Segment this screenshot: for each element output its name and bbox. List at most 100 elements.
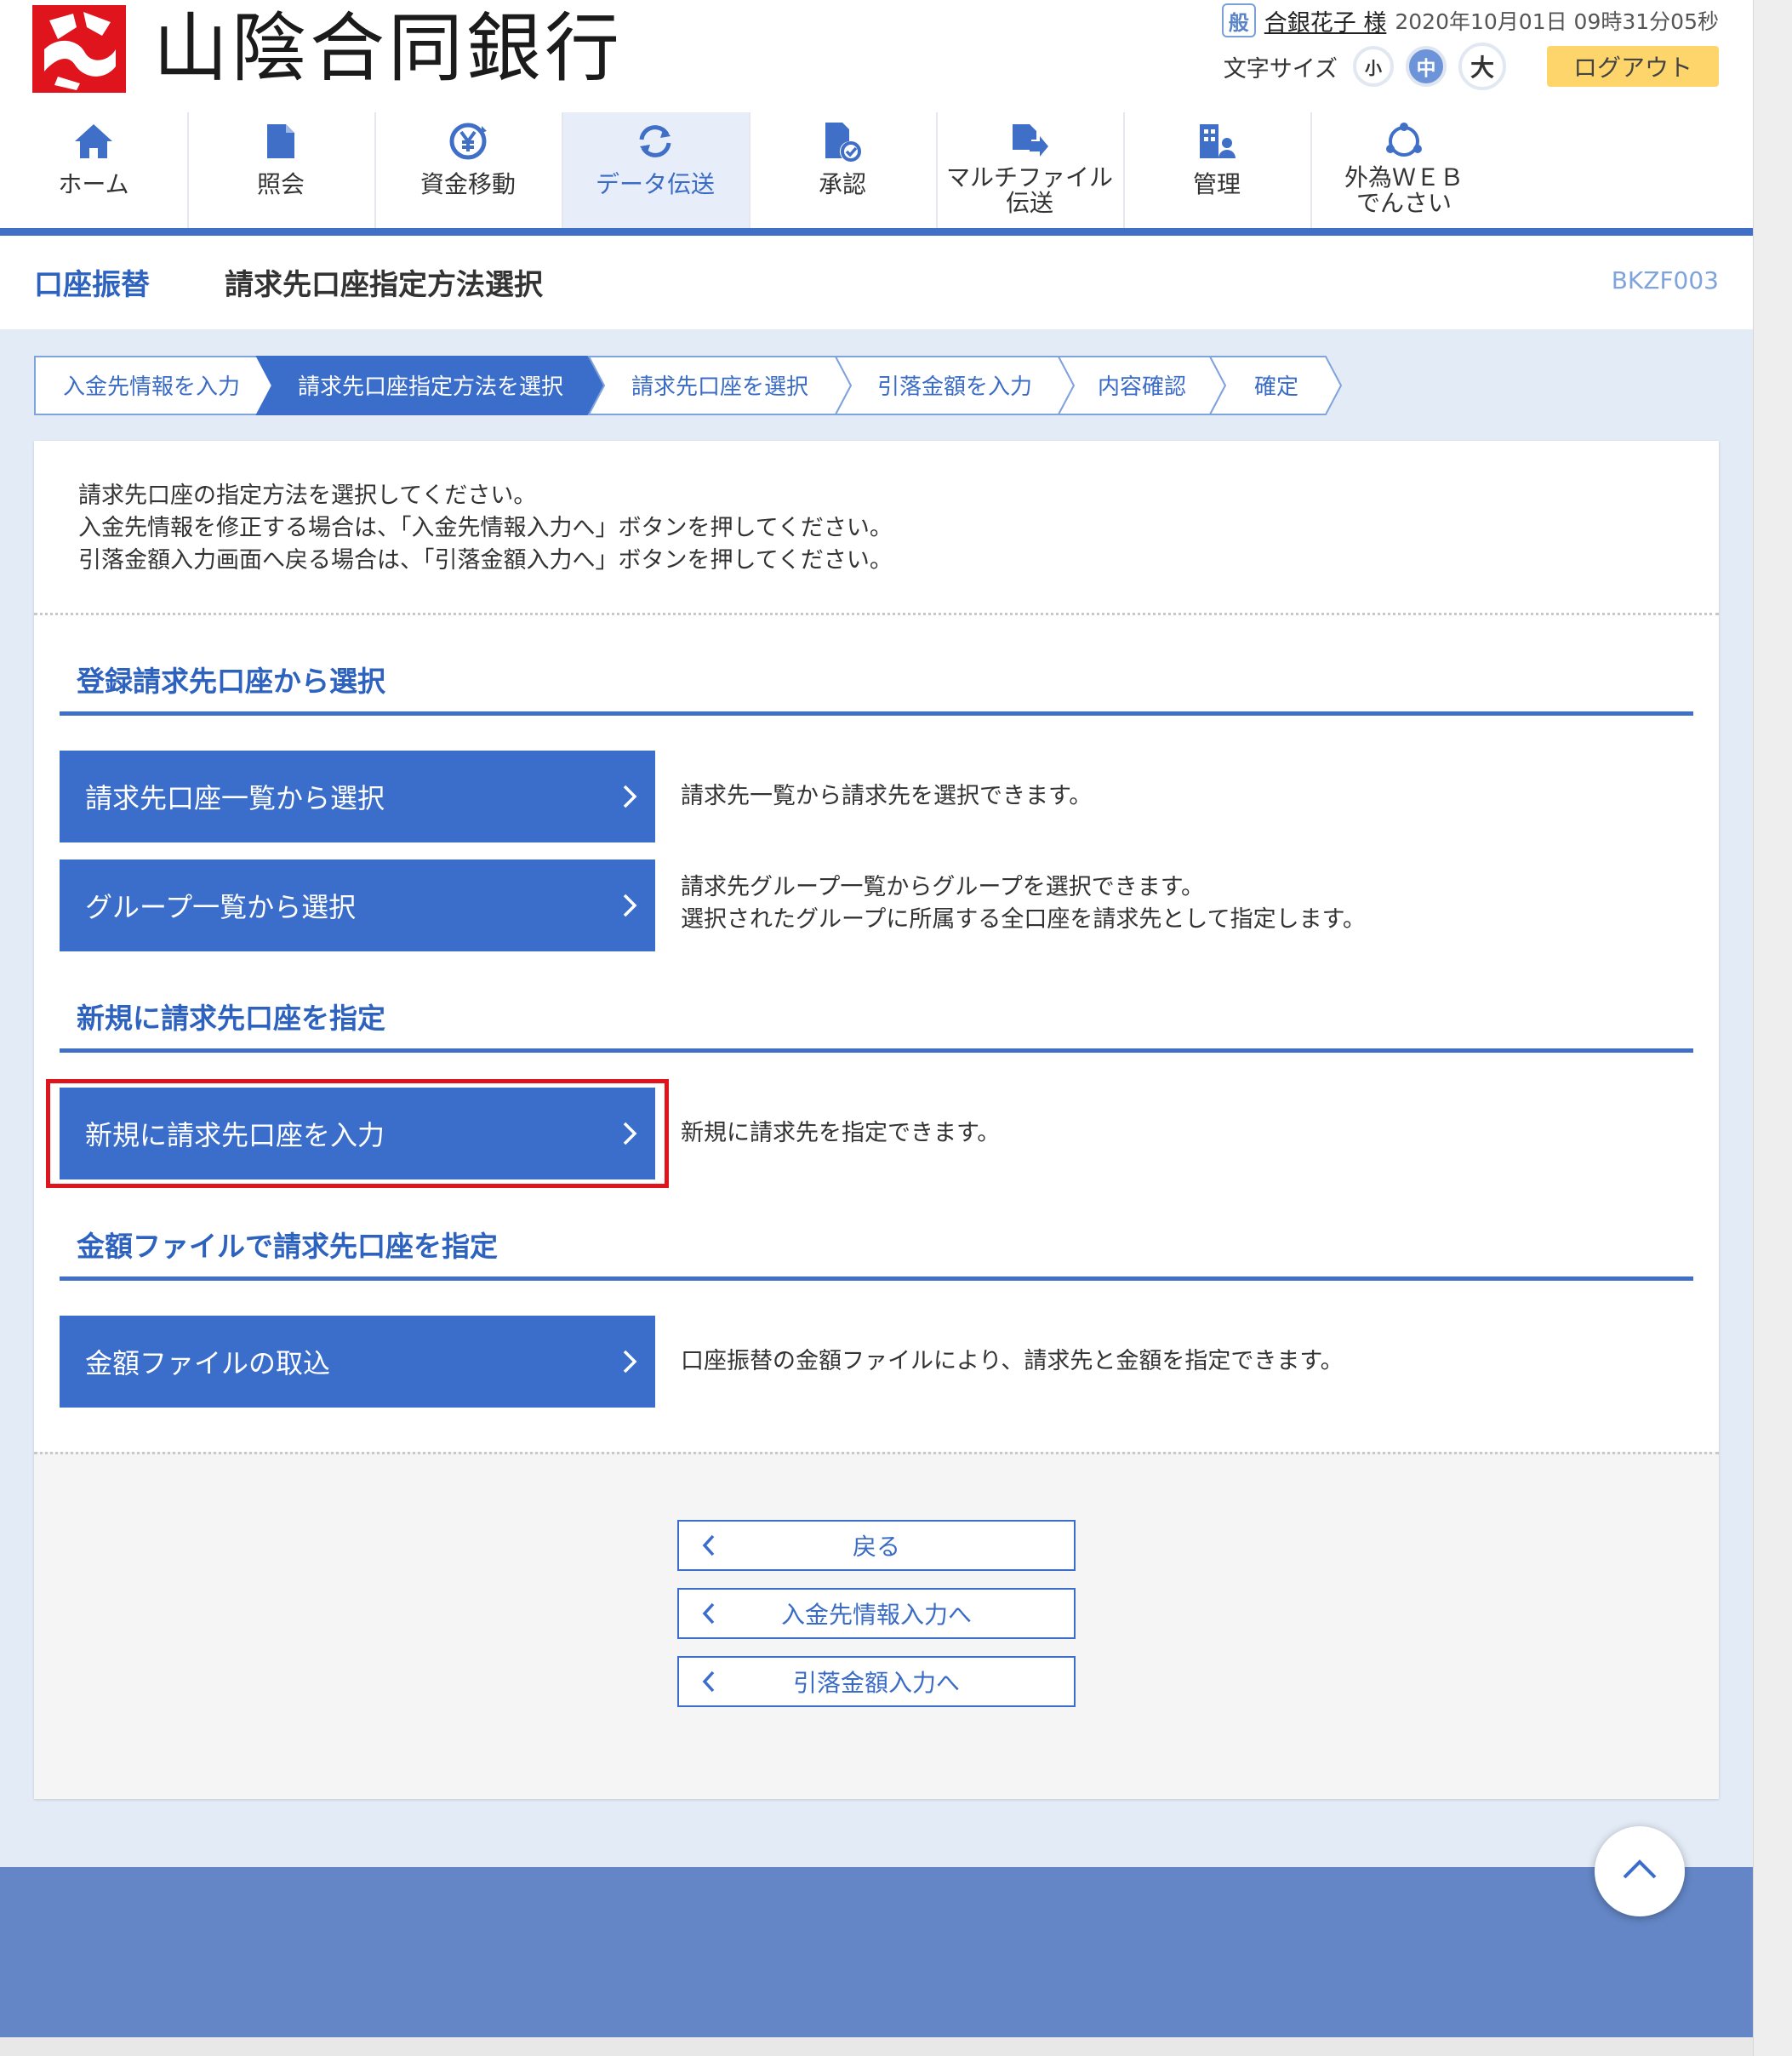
nav-item-fund-transfer[interactable]: 資金移動 [374,112,562,228]
page-title: 請求先口座指定方法選択 [225,268,543,302]
chevron-right-icon [604,1088,655,1179]
user-name-link[interactable]: 合銀花子 様 [1264,4,1387,37]
home-icon [73,117,114,165]
button-label: 新規に請求先口座を入力 [85,1119,385,1151]
chevron-right-icon [604,1316,655,1408]
scrollbar-track[interactable] [1753,0,1792,2056]
button-label: 金額ファイルの取込 [85,1347,331,1379]
nav-label: 資金移動 [419,170,516,198]
chevron-up-icon [1621,1859,1658,1884]
globe-icon [1384,117,1424,165]
divider [34,1452,1719,1454]
step-label-current: 請求先口座指定方法を選択 [298,374,563,400]
step-label: 請求先口座を選択 [631,374,808,400]
page: 山陰合同銀行 般 合銀花子 様 2020年10月01日 09時31分05秒 文字… [0,0,1792,2056]
nav-label: データ伝送 [595,170,715,198]
chevron-left-icon [679,1670,739,1693]
step-indicator: 入金先情報を入力 請求先口座指定方法を選択 請求先口座を選択 引落金額を入力 内… [34,356,1344,415]
import-amount-file-button[interactable]: 金額ファイルの取込 [60,1316,655,1408]
scroll-to-top-button[interactable] [1595,1826,1685,1916]
section-rule [60,1276,1693,1281]
to-debit-amount-button[interactable]: 引落金額入力へ [677,1656,1076,1707]
page-footer [0,1867,1753,2037]
header: 山陰合同銀行 般 合銀花子 様 2020年10月01日 09時31分05秒 文字… [0,0,1753,236]
nav-item-inquiry[interactable]: 照会 [187,112,374,228]
page-title-bar: 口座振替 請求先口座指定方法選択 BKZF003 [0,236,1753,329]
divider [34,613,1719,615]
step-label: 引落金額を入力 [877,374,1032,400]
font-size-small-button[interactable]: 小 [1353,46,1394,87]
instruction-line: 引落金額入力画面へ戻る場合は、「引落金額入力へ」ボタンを押してください。 [78,547,893,574]
section-title-registered: 登録請求先口座から選択 [77,665,385,698]
account-list-description: 請求先一覧から請求先を選択できます。 [681,783,1093,809]
document-icon [265,117,296,165]
font-size-label: 文字サイズ [1223,55,1338,83]
description-line: 選択されたグループに所属する全口座を請求先として指定します。 [681,906,1366,933]
font-size-large-button[interactable]: 大 [1458,43,1506,90]
user-type-badge: 般 [1221,3,1256,37]
page-category: 口座振替 [34,268,150,302]
group-list-description: 請求先グループ一覧からグループを選択できます。 選択されたグループに所属する全口… [681,871,1366,936]
nav-label: 管理 [1192,170,1241,198]
nav-label: 承認 [818,170,866,198]
logout-button[interactable]: ログアウト [1547,46,1719,87]
section-title-file: 金額ファイルで請求先口座を指定 [77,1230,498,1263]
nav-label-line: マルチファイル [945,163,1113,191]
to-deposit-info-button[interactable]: 入金先情報入力へ [677,1588,1076,1639]
button-label: 戻る [852,1533,900,1561]
button-label: 請求先口座一覧から選択 [85,782,385,814]
section-rule [60,711,1693,716]
chevron-right-icon [604,860,655,951]
nav-label-line: 伝送 [1005,189,1053,217]
yen-transfer-icon [448,117,488,165]
approval-icon [824,117,861,165]
bank-logo-icon [32,5,126,93]
nav-label: マルチファイル 伝送 [946,165,1113,216]
section-title-new: 新規に請求先口座を指定 [77,1002,385,1035]
instruction-line: 入金先情報を修正する場合は、「入金先情報入力へ」ボタンを押してください。 [78,515,893,541]
step-label: 確定 [1254,374,1298,400]
nav-label: ホーム [58,170,129,198]
nav-item-multi-file[interactable]: マルチファイル 伝送 [936,112,1123,228]
amount-file-description: 口座振替の金額ファイルにより、請求先と金額を指定できます。 [681,1348,1344,1374]
nav-label-line: 外為ＷＥＢ [1344,163,1464,191]
global-nav: ホーム 照会 資金移動 データ伝送 承認 マルチファイル 伝送 管理 外為ＷＥＢ… [0,112,1753,231]
select-from-group-list-button[interactable]: グループ一覧から選択 [60,860,655,951]
chevron-left-icon [679,1602,739,1625]
step-label: 入金先情報を入力 [63,374,240,400]
section-rule [60,1048,1693,1053]
enter-new-account-button[interactable]: 新規に請求先口座を入力 [60,1088,655,1179]
screen-id: BKZF003 [1611,266,1719,294]
nav-item-data-transmission[interactable]: データ伝送 [562,112,749,228]
nav-item-foreign-exchange[interactable]: 外為ＷＥＢ でんさい [1310,112,1498,228]
nav-item-approval[interactable]: 承認 [749,112,936,228]
back-button[interactable]: 戻る [677,1520,1076,1571]
step-label: 内容確認 [1098,374,1186,400]
instructions: 請求先口座の指定方法を選択してください。 入金先情報を修正する場合は、「入金先情… [78,480,893,577]
user-info: 般 合銀花子 様 2020年10月01日 09時31分05秒 [1221,3,1719,37]
font-size-switcher: 文字サイズ 小 中 大 ログアウト [1224,43,1719,90]
bank-name: 山陰合同銀行 [153,4,624,92]
font-size-medium-button[interactable]: 中 [1406,46,1447,87]
chevron-left-icon [679,1533,739,1557]
button-area: 戻る 入金先情報入力へ 引落金額入力へ [34,1452,1719,1799]
nav-item-management[interactable]: 管理 [1123,112,1310,228]
description-line: 請求先グループ一覧からグループを選択できます。 [681,874,1205,900]
button-label: 引落金額入力へ [792,1669,960,1697]
instruction-line: 請求先口座の指定方法を選択してください。 [78,483,537,509]
nav-label-line: でんさい [1355,189,1452,217]
nav-label: 照会 [256,170,305,198]
nav-item-home[interactable]: ホーム [0,112,187,228]
login-timestamp: 2020年10月01日 09時31分05秒 [1395,9,1719,34]
sync-icon [635,117,676,165]
file-transfer-icon [1011,117,1048,165]
button-label: 入金先情報入力へ [780,1601,972,1629]
chevron-right-icon [604,751,655,842]
nav-label: 外為ＷＥＢ でんさい [1344,165,1464,216]
button-label: グループ一覧から選択 [85,891,357,923]
new-account-description: 新規に請求先を指定できます。 [681,1120,1001,1146]
page-footer-strip [0,2037,1753,2056]
management-icon [1198,117,1236,165]
select-from-account-list-button[interactable]: 請求先口座一覧から選択 [60,751,655,842]
content-card: 請求先口座の指定方法を選択してください。 入金先情報を修正する場合は、「入金先情… [34,441,1719,1799]
